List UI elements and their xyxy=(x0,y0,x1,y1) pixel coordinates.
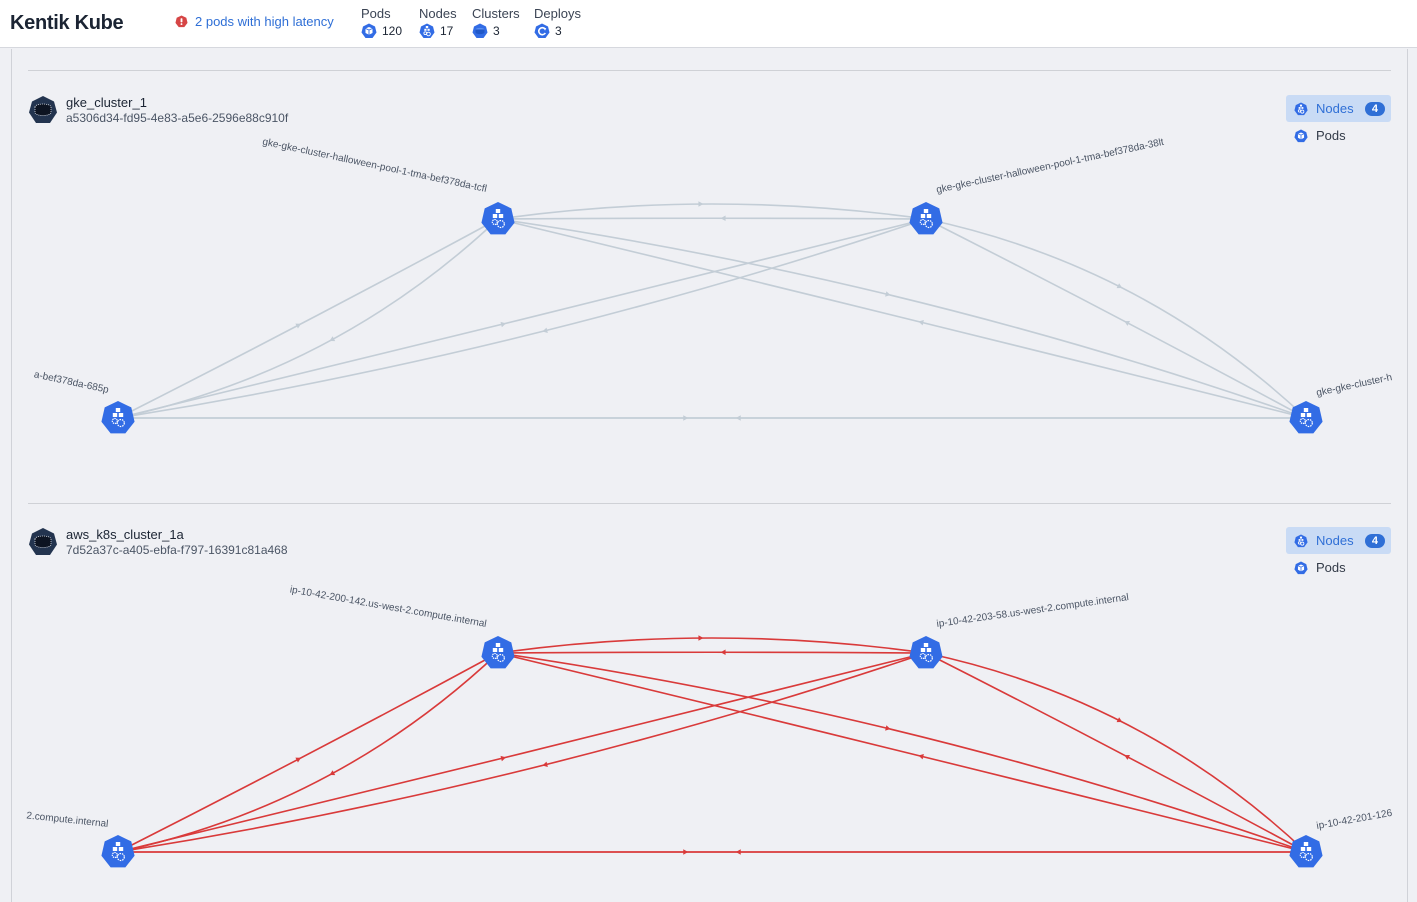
section-divider xyxy=(28,70,1391,71)
stat-deploys[interactable]: Deploys 3 xyxy=(534,6,581,39)
node-label: gke-gke-cluster-halloween-pool-1-tma-bef… xyxy=(935,137,1165,196)
node-connection-edge[interactable] xyxy=(497,652,1307,853)
stat-label: Clusters xyxy=(472,6,520,21)
edges-layer xyxy=(117,201,1307,421)
cluster-icon xyxy=(472,23,488,38)
stat-label: Pods xyxy=(361,6,391,21)
labels-layer: gke-gke-cluster-halloween-pool-1-tma-bef… xyxy=(33,137,1393,399)
stat-label: Deploys xyxy=(534,6,581,21)
edge-arrow-icon xyxy=(720,649,726,656)
nodes-layer xyxy=(101,202,1323,434)
node-hexagon xyxy=(101,835,135,868)
node-connection-edge[interactable] xyxy=(497,637,927,654)
k8s-node[interactable] xyxy=(101,835,135,868)
edge-arrow-icon xyxy=(735,415,741,421)
edge-arrow-icon xyxy=(918,320,924,326)
top-header: Kentik Kube 2 pods with high latency Pod… xyxy=(0,0,1417,48)
edge-arrow-icon xyxy=(500,755,507,762)
k8s-node[interactable] xyxy=(909,636,943,669)
k8s-node[interactable] xyxy=(1289,835,1323,868)
node-connection-edge[interactable] xyxy=(117,218,499,419)
stat-pods[interactable]: Pods 120 xyxy=(361,6,402,39)
k8s-node[interactable] xyxy=(101,401,135,434)
nodes-layer xyxy=(101,636,1323,868)
node-connection-edge[interactable] xyxy=(497,217,927,220)
stat-clusters[interactable]: Clusters 3 xyxy=(472,6,520,39)
node-label: gke-gke-cluster-h xyxy=(1315,372,1393,399)
section-divider xyxy=(28,503,1391,504)
node-connection-edge[interactable] xyxy=(497,218,1307,419)
stat-value: 3 xyxy=(555,24,562,38)
edge-arrow-icon xyxy=(542,327,548,333)
node-hexagon xyxy=(1289,401,1323,434)
k8s-node[interactable] xyxy=(1289,401,1323,434)
edge-arrow-icon xyxy=(735,849,741,855)
stat-value: 17 xyxy=(440,24,454,38)
node-label: ip-10-42-200-142.us-west-2.compute.inter… xyxy=(289,584,487,629)
node-hexagon xyxy=(909,202,943,235)
cluster-list: gke_cluster_1 a5306d34-fd95-4e83-a5e6-25… xyxy=(11,49,1408,902)
cluster-panel-aws-k8s-cluster-1a: aws_k8s_cluster_1a 7d52a37c-a405-ebfa-f7… xyxy=(12,527,1407,902)
node-label: ip-10-42-203-58.us-west-2.compute.intern… xyxy=(936,592,1130,630)
edge-arrow-icon xyxy=(542,761,548,767)
edge-arrow-icon xyxy=(698,635,704,641)
edge-arrow-icon xyxy=(918,754,924,760)
node-connection-edge[interactable] xyxy=(497,203,927,220)
app-title: Kentik Kube xyxy=(10,12,124,34)
node-label: a-bef378da-685p xyxy=(33,369,110,396)
stat-value: 3 xyxy=(493,24,500,38)
edge-arrow-icon xyxy=(885,291,891,297)
stat-label: Nodes xyxy=(419,6,457,21)
high-latency-alert-link[interactable]: 2 pods with high latency xyxy=(175,14,334,29)
node-label: 2.compute.internal xyxy=(26,810,109,830)
node-graph: gke-gke-cluster-halloween-pool-1-tma-bef… xyxy=(33,137,1393,434)
node-connection-edge[interactable] xyxy=(497,651,927,654)
edges-layer xyxy=(117,635,1307,855)
node-label: ip-10-42-201-126 xyxy=(1316,808,1394,832)
stat-value: 120 xyxy=(382,24,403,38)
node-graph: ip-10-42-200-142.us-west-2.compute.inter… xyxy=(26,584,1394,868)
warning-octagon-icon xyxy=(175,15,188,28)
pod-icon xyxy=(361,23,377,38)
deploy-icon xyxy=(534,23,550,38)
node-connection-edge[interactable] xyxy=(117,218,927,419)
stat-nodes[interactable]: Nodes 17 xyxy=(419,6,457,39)
node-connection-edge[interactable] xyxy=(117,652,927,853)
node-hexagon xyxy=(101,401,135,434)
node-connection-edge[interactable] xyxy=(117,652,499,853)
edge-arrow-icon xyxy=(500,321,507,328)
node-icon xyxy=(419,23,435,38)
cluster-panel-gke-cluster-1: gke_cluster_1 a5306d34-fd95-4e83-a5e6-25… xyxy=(12,95,1407,495)
node-hexagon xyxy=(909,636,943,669)
k8s-node[interactable] xyxy=(909,202,943,235)
edge-arrow-icon xyxy=(698,201,704,207)
node-hexagon xyxy=(1289,835,1323,868)
node-label: gke-gke-cluster-halloween-pool-1-tma-bef… xyxy=(261,137,487,195)
alert-text: 2 pods with high latency xyxy=(195,14,334,29)
edge-arrow-icon xyxy=(720,215,726,222)
edge-arrow-icon xyxy=(885,725,891,731)
